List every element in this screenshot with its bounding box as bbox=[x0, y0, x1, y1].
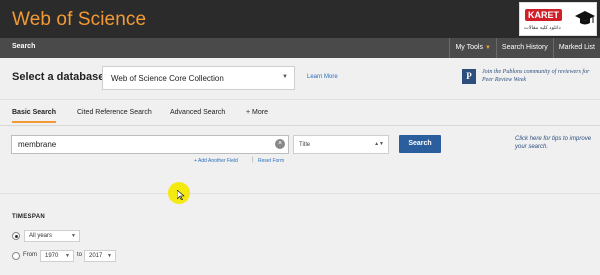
field-select-value: Title bbox=[299, 142, 311, 148]
chevron-down-icon: ▼ bbox=[65, 253, 70, 259]
my-tools-label: My Tools bbox=[455, 44, 483, 51]
tab-basic-search[interactable]: Basic Search bbox=[12, 109, 56, 123]
search-history-link[interactable]: Search History bbox=[495, 38, 553, 58]
mouse-pointer-icon bbox=[177, 190, 185, 200]
my-tools-menu[interactable]: My Tools ▼ bbox=[449, 38, 495, 58]
chevron-down-icon: ▼ bbox=[484, 45, 491, 51]
search-button[interactable]: Search bbox=[399, 135, 441, 153]
add-another-field-link[interactable]: + Add Another Field bbox=[194, 158, 238, 164]
from-year-value: 1970 bbox=[45, 253, 59, 259]
to-year-value: 2017 bbox=[89, 253, 103, 259]
chevron-down-icon: ▼ bbox=[282, 74, 288, 80]
to-year-select[interactable]: 2017 ▼ bbox=[84, 250, 116, 262]
year-range-radio[interactable] bbox=[12, 252, 20, 260]
search-tabs: Basic Search Cited Reference Search Adva… bbox=[0, 100, 600, 126]
nav-search-label: Search bbox=[12, 43, 36, 50]
field-select[interactable]: Title ▲▼ bbox=[293, 135, 389, 154]
top-header: Web of Science KARET دانلود کلیه مقالات bbox=[0, 0, 600, 38]
tab-cited-reference-search[interactable]: Cited Reference Search bbox=[77, 109, 152, 116]
reset-form-link[interactable]: Reset Form bbox=[258, 158, 284, 164]
timespan-panel: TIMESPAN All years ▼ From 1970 ▼ to 2017… bbox=[0, 194, 600, 275]
tab-more[interactable]: + More bbox=[246, 109, 268, 116]
link-separator: | bbox=[252, 157, 254, 163]
nav-right-menu: My Tools ▼ Search History Marked List bbox=[449, 38, 600, 58]
chevron-down-icon: ▼ bbox=[107, 253, 112, 259]
chevron-down-icon: ▼ bbox=[71, 233, 76, 239]
search-tips-link[interactable]: Click here for tips to improve your sear… bbox=[515, 135, 595, 151]
tab-advanced-search[interactable]: Advanced Search bbox=[170, 109, 225, 116]
learn-more-link[interactable]: Learn More bbox=[307, 74, 338, 80]
karet-logo-subtitle: دانلود کلیه مقالات bbox=[524, 25, 561, 31]
database-row: Select a database Web of Science Core Co… bbox=[0, 58, 600, 100]
from-year-select[interactable]: 1970 ▼ bbox=[40, 250, 74, 262]
chevron-down-icon: ▲▼ bbox=[374, 141, 384, 147]
clear-icon[interactable]: × bbox=[275, 139, 285, 149]
nav-bar: Search My Tools ▼ Search History Marked L… bbox=[0, 38, 600, 58]
search-panel: membrane × Title ▲▼ Search + Add Another… bbox=[0, 126, 600, 194]
database-select[interactable]: Web of Science Core Collection ▼ bbox=[102, 66, 295, 90]
to-label: to bbox=[77, 252, 83, 258]
marked-list-link[interactable]: Marked List bbox=[552, 38, 600, 58]
all-years-radio[interactable] bbox=[12, 232, 20, 240]
all-years-select[interactable]: All years ▼ bbox=[24, 230, 80, 242]
karet-logo-text: KARET bbox=[525, 9, 562, 21]
all-years-value: All years bbox=[29, 233, 53, 239]
from-label: From bbox=[23, 252, 37, 258]
database-select-value: Web of Science Core Collection bbox=[111, 74, 224, 83]
publons-icon[interactable]: P bbox=[462, 69, 476, 84]
karet-logo: KARET دانلود کلیه مقالات bbox=[519, 2, 597, 36]
publons-promo-link[interactable]: Join the Publons community of reviewers … bbox=[482, 68, 597, 84]
graduation-cap-icon bbox=[575, 11, 595, 25]
select-database-label: Select a database bbox=[12, 71, 105, 83]
brand-title[interactable]: Web of Science bbox=[12, 9, 146, 31]
search-input[interactable]: membrane bbox=[11, 135, 289, 154]
timespan-label: TIMESPAN bbox=[12, 214, 45, 220]
